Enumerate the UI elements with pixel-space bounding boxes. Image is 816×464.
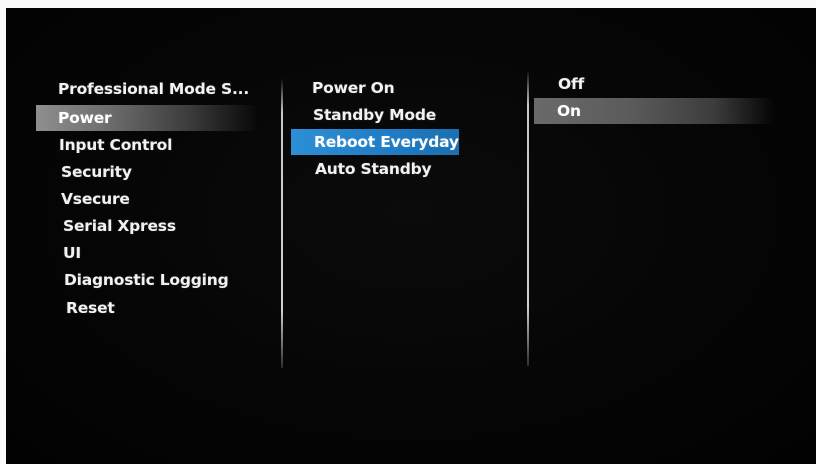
option-reboot-everyday[interactable]: Reboot Everyday xyxy=(291,129,459,155)
tv-screen: Professional Mode S... Power Input Contr… xyxy=(6,8,816,464)
category-input-control[interactable]: Input Control xyxy=(59,132,172,158)
value-on[interactable]: On xyxy=(534,98,774,124)
value-off[interactable]: Off xyxy=(558,71,584,97)
category-security[interactable]: Security xyxy=(61,159,132,185)
category-serial-xpress[interactable]: Serial Xpress xyxy=(63,213,176,239)
category-reset[interactable]: Reset xyxy=(66,295,115,321)
option-power-on[interactable]: Power On xyxy=(312,75,395,101)
category-ui[interactable]: UI xyxy=(63,240,81,266)
option-standby-mode[interactable]: Standby Mode xyxy=(313,102,436,128)
category-diagnostic-logging[interactable]: Diagnostic Logging xyxy=(64,267,229,293)
category-vsecure[interactable]: Vsecure xyxy=(61,186,130,212)
column-divider-left xyxy=(281,78,283,368)
category-power[interactable]: Power xyxy=(36,105,258,131)
option-auto-standby[interactable]: Auto Standby xyxy=(315,156,432,182)
menu-title: Professional Mode S... xyxy=(58,80,250,98)
column-divider-right xyxy=(527,70,529,366)
